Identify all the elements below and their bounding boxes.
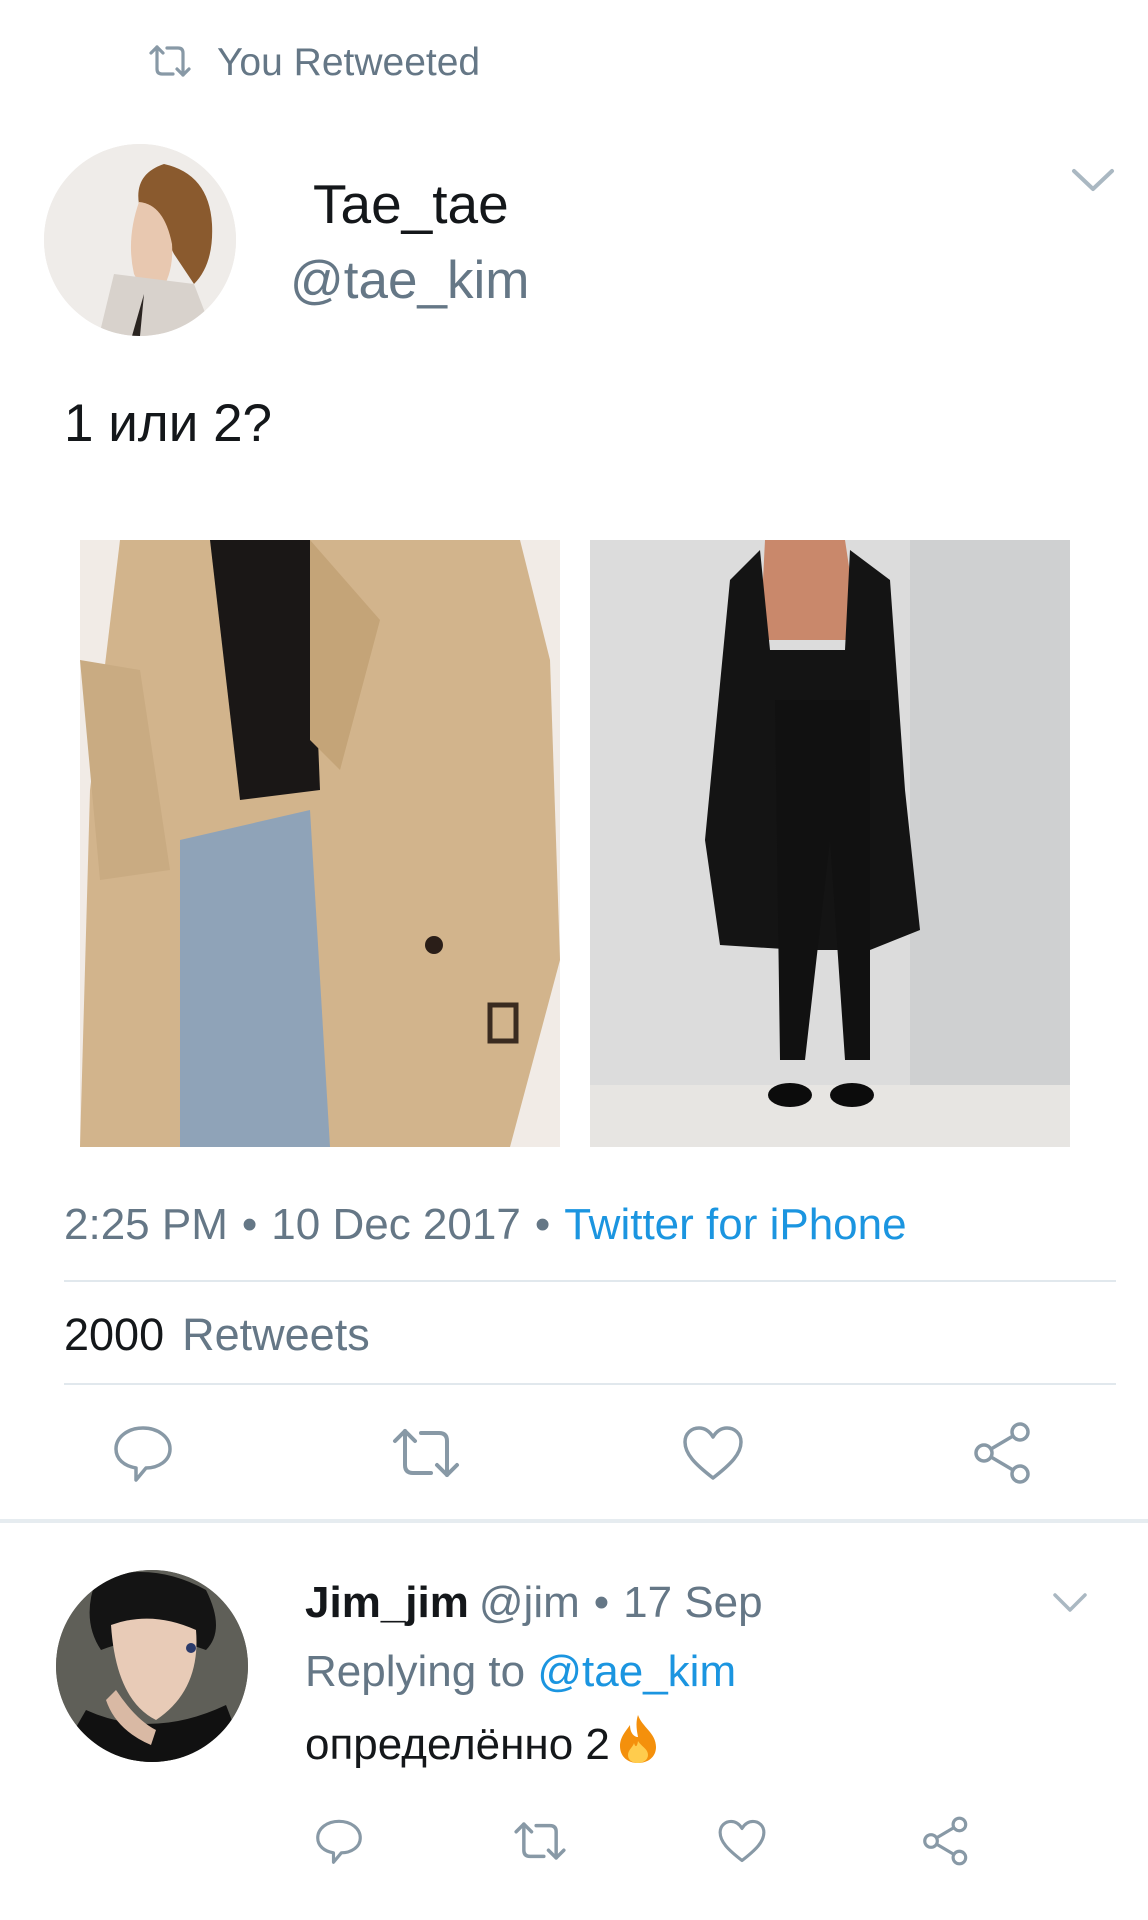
avatar[interactable] [44,144,236,336]
share-icon [920,1815,972,1872]
reply-text: определённо 2 [305,1719,610,1769]
user-handle[interactable]: @tae_kim [290,250,529,311]
retweet-icon [387,1425,465,1486]
share-button[interactable] [918,1815,974,1871]
heart-icon [681,1424,745,1487]
tweet-photo-1[interactable] [80,540,560,1147]
reply-handle[interactable]: @jim [479,1578,580,1627]
replying-to-label: Replying to [305,1647,526,1696]
retweet-count: 2000 [64,1309,165,1360]
tweet-time: 2:25 PM [64,1200,228,1249]
display-name[interactable]: Tae_tae [313,172,509,236]
fire-emoji [616,1713,660,1776]
retweet-icon [145,43,195,84]
replying-to: Replying to @tae_kim [305,1647,736,1697]
share-icon [970,1420,1036,1491]
tweet-date: 10 Dec 2017 [271,1200,521,1249]
reply-text-row: определённо 2 [305,1713,660,1776]
retweet-stats[interactable]: 2000 Retweets [64,1309,370,1361]
tweet-source-link[interactable]: Twitter for iPhone [564,1200,906,1249]
reply-icon [313,1816,365,1871]
chevron-down-icon[interactable] [1068,165,1118,195]
divider [64,1280,1116,1282]
replying-to-handle[interactable]: @tae_kim [537,1647,736,1696]
like-button[interactable] [678,1420,748,1490]
tweet-meta: 2:25 PM • 10 Dec 2017 • Twitter for iPhone [64,1200,907,1250]
separator-dot: • [593,1578,610,1627]
reply-button[interactable] [108,1420,178,1490]
share-button[interactable] [968,1420,1038,1490]
divider [64,1383,1116,1385]
retweet-button[interactable] [512,1815,568,1871]
separator-dot: • [534,1200,551,1249]
reply-button[interactable] [311,1815,367,1871]
reply-header: Jim_jim @jim • 17 Sep [305,1578,763,1628]
retweeted-label: You Retweeted [217,41,481,84]
retweet-button[interactable] [391,1420,461,1490]
section-separator [0,1519,1148,1523]
tweet-text: 1 или 2? [64,394,273,453]
avatar[interactable] [56,1570,248,1762]
reply-display-name[interactable]: Jim_jim [305,1578,469,1627]
heart-icon [717,1818,767,1869]
retweet-icon [510,1819,570,1868]
reply-date[interactable]: 17 Sep [623,1578,762,1627]
reply-icon [110,1422,176,1489]
separator-dot: • [241,1200,258,1249]
tweet-photo-2[interactable] [590,540,1070,1147]
retweeted-header: You Retweeted [145,38,480,88]
like-button[interactable] [714,1815,770,1871]
retweet-count-label: Retweets [182,1309,370,1360]
chevron-down-icon[interactable] [1050,1590,1090,1616]
